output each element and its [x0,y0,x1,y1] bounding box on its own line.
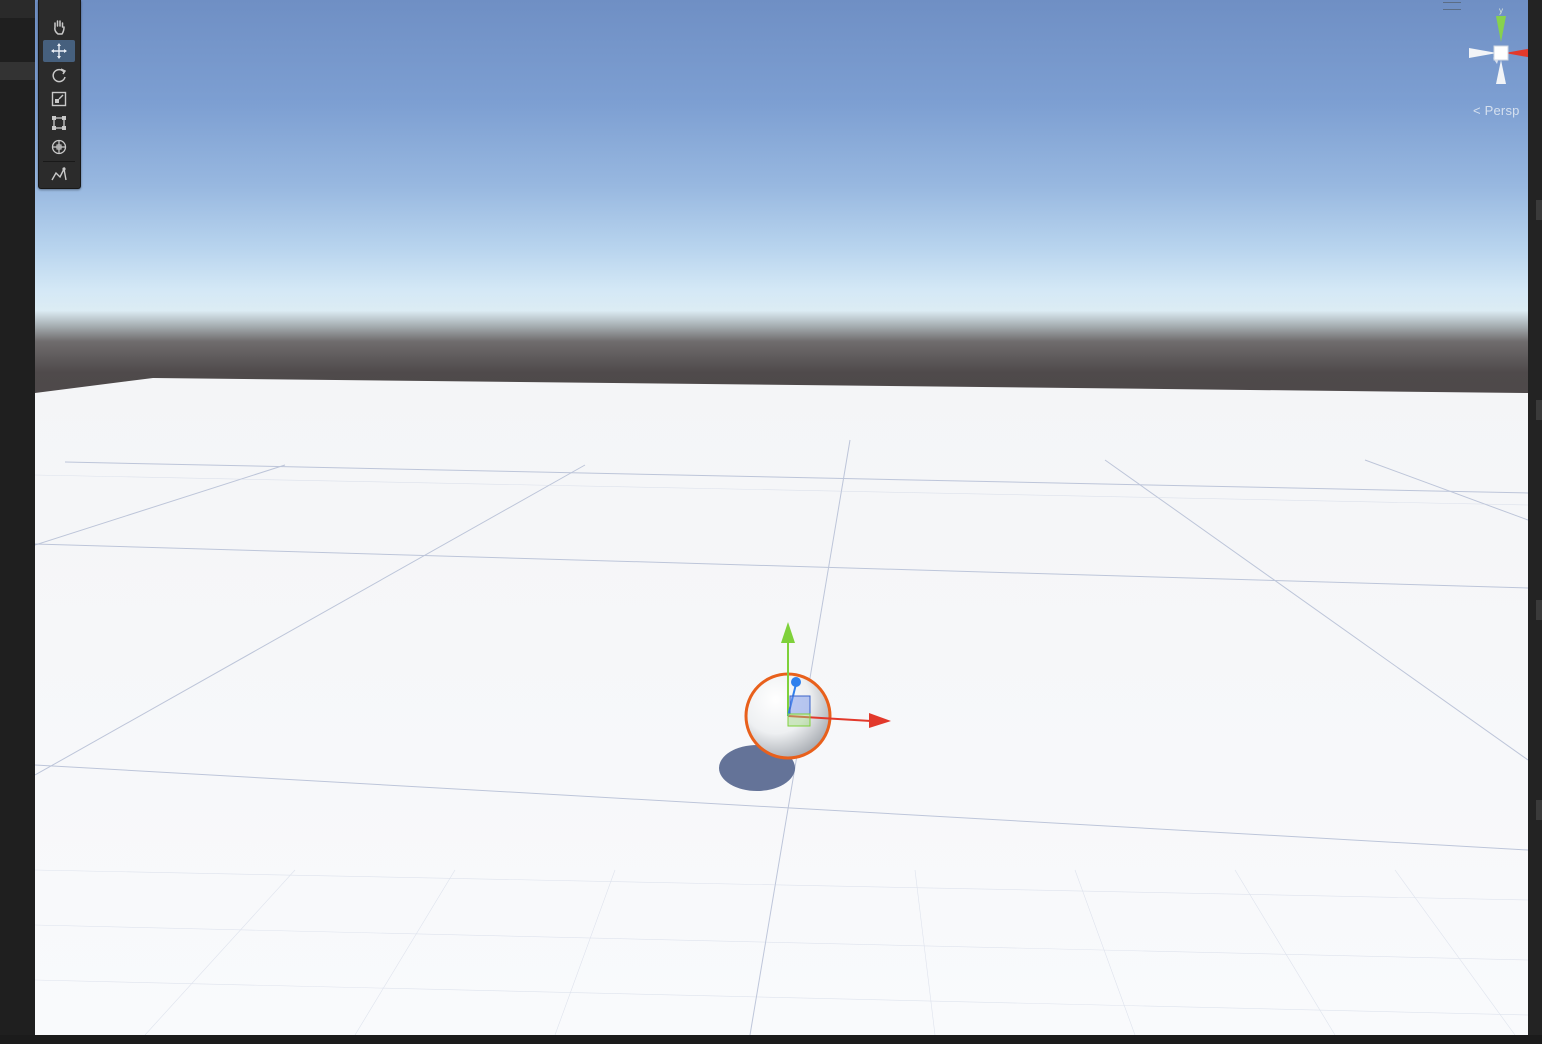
rotate-icon [52,68,67,83]
scene-render [35,378,1528,1035]
bottom-panel-edge [0,1035,1542,1044]
scene-viewport[interactable]: y x < Persp [35,0,1528,1035]
xz-plane-handle[interactable] [787,713,811,727]
orientation-gizmo[interactable]: y x [1463,6,1528,92]
gizmo-negy-cone[interactable] [1496,60,1506,84]
z-arrow-head[interactable] [791,677,801,687]
xy-plane-handle[interactable] [789,695,811,715]
svg-text:y: y [1499,6,1503,15]
custom-tool-icon [51,166,67,181]
scene-tools-toolbar [38,0,81,189]
camera-mode-label[interactable]: < Persp [1473,103,1520,118]
transform-tool-button[interactable] [43,136,75,158]
hand-tool-button[interactable] [43,16,75,38]
scale-tool-button[interactable] [43,88,75,110]
gizmo-negx-cone[interactable] [1469,48,1497,58]
transform-icon [51,139,67,155]
gizmo-y-cone[interactable] [1496,16,1506,42]
rotate-tool-button[interactable] [43,64,75,86]
custom-editor-tool-button[interactable] [43,163,75,185]
move-arrows-icon [51,43,67,59]
move-tool-button[interactable] [43,40,75,62]
scene-menu-icon[interactable] [1443,2,1461,10]
rect-transform-icon [52,116,66,130]
left-panel-edge [0,0,35,1044]
right-panel-edge [1528,0,1542,1044]
gizmo-center-cube[interactable] [1493,45,1509,61]
rect-tool-button[interactable] [43,112,75,134]
hand-icon [54,20,65,35]
scale-icon [51,91,67,107]
toolbar-separator [43,161,75,162]
